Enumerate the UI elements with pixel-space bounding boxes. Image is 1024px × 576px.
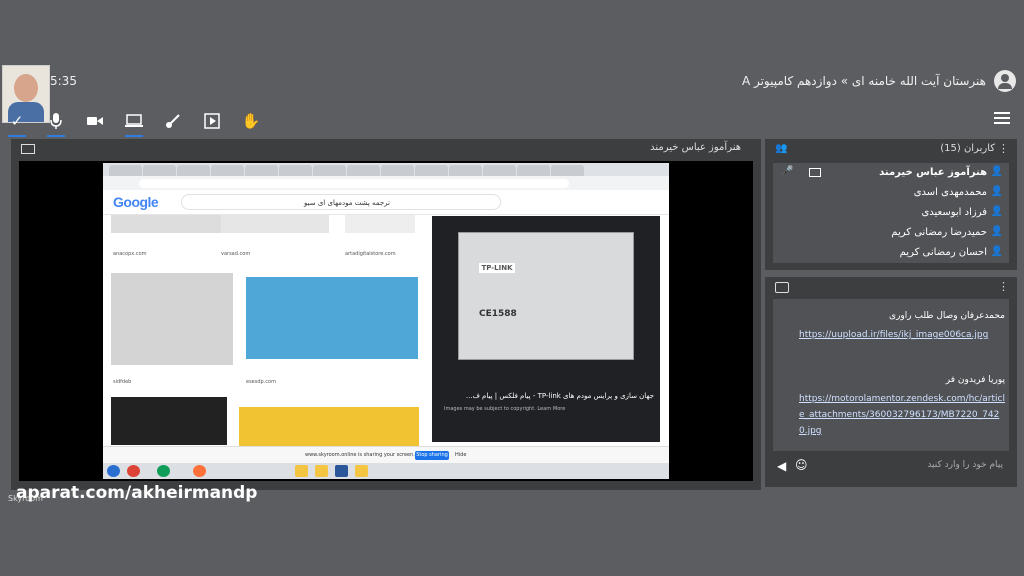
result-caption: anacopx.com — [113, 251, 147, 257]
message-link[interactable]: https://motorolamentor.zendesk.com/hc/ar… — [799, 391, 1005, 439]
skyroom-logo: Skyroom — [8, 494, 43, 503]
mic-icon[interactable] — [45, 110, 67, 137]
image-results: anacopx.com varsad.com artadigitalstore.… — [103, 215, 428, 451]
users-panel: 👥 کاربران (15) ⋮ 👤 هنرآموز عباس خیرمند 🎤… — [765, 139, 1017, 270]
google-logo: Google — [113, 194, 159, 210]
folder-icon — [295, 465, 308, 477]
image-preview-panel: TP-LINK CE1588 جهان سازی و پرایس مودم ها… — [432, 216, 660, 442]
message-sender: محمدعرفان وصال طلب راوری — [889, 311, 1005, 321]
stop-sharing-button[interactable]: Stop sharing — [415, 451, 449, 460]
user-icon: 👤 — [990, 246, 1003, 257]
account-icon[interactable] — [994, 70, 1016, 92]
aparat-watermark: aparat.com/akheirmandp — [16, 483, 258, 503]
user-icon: 👤 — [990, 226, 1003, 237]
result-image — [111, 273, 233, 365]
camera-icon[interactable] — [84, 110, 106, 132]
result-caption: varsad.com — [221, 251, 251, 257]
tp-link-label: TP-LINK — [479, 263, 515, 273]
user-name: احسان رمضانی کریم — [899, 247, 987, 258]
screen-share-icon[interactable] — [123, 110, 145, 137]
chat-input[interactable]: پیام خود را وارد کنید — [927, 460, 1003, 470]
firefox-icon — [193, 465, 206, 477]
user-icon: 👤 — [990, 186, 1003, 197]
mic-on-icon: 🎤 — [781, 166, 794, 177]
preview-title: جهان سازی و پرایس مودم های TP-link - پیا… — [465, 392, 654, 400]
chat-messages: محمدعرفان وصال طلب راوری https://uupload… — [773, 299, 1009, 451]
hide-button[interactable]: Hide — [455, 452, 466, 458]
address-bar — [103, 176, 669, 190]
user-icon: 👤 — [990, 206, 1003, 217]
user-row[interactable]: 👤 احسان رمضانی کریم — [773, 243, 1009, 263]
folder-icon — [355, 465, 368, 477]
chrome-icon — [127, 465, 140, 477]
chrome-icon — [157, 465, 170, 477]
session-timer: 5:35 — [50, 74, 77, 88]
google-header: Google ترجمه پشت مودمهای ای سیو — [103, 190, 669, 215]
preview-image: TP-LINK CE1588 — [458, 232, 634, 360]
message-link[interactable]: https://uupload.ir/files/ikj_image006ca.… — [799, 327, 1005, 343]
screen-icon — [21, 144, 35, 154]
result-image — [246, 277, 418, 359]
folder-icon — [315, 465, 328, 477]
emoji-icon[interactable]: ☺ — [795, 458, 808, 472]
chat-icon — [775, 282, 789, 293]
hamburger-menu-icon[interactable] — [994, 112, 1010, 126]
result-image — [111, 397, 227, 445]
user-name: محمدمهدی اسدی — [913, 187, 987, 198]
presenter-name: هنرآموز عباس خیرمند — [650, 142, 741, 153]
check-icon[interactable]: ✓ — [6, 110, 28, 137]
top-bar: 5:35 هنرستان آیت الله خامنه ای » دوازدهم… — [0, 0, 1024, 140]
chat-panel: ⋮ محمدعرفان وصال طلب راوری https://uuplo… — [765, 277, 1017, 487]
user-name: حمیدرضا رمضانی کریم — [891, 227, 987, 238]
share-notice-text: www.skyroom.online is sharing your scree… — [305, 452, 415, 458]
chat-message: پوریا فریدون فر https://motorolamentor.z… — [799, 375, 1005, 439]
result-caption: artadigitalstore.com — [345, 251, 396, 257]
users-more-icon[interactable]: ⋮ — [998, 142, 1009, 155]
shared-screen-video: Google ترجمه پشت مودمهای ای سیو anacopx.… — [19, 161, 753, 481]
room-title: هنرستان آیت الله خامنه ای » دوازدهم کامپ… — [741, 74, 986, 88]
user-row[interactable]: 👤 حمیدرضا رمضانی کریم — [773, 223, 1009, 243]
users-group-icon: 👥 — [775, 143, 788, 154]
user-row[interactable]: 👤 هنرآموز عباس خیرمند 🎤 — [773, 163, 1009, 183]
windows-taskbar — [103, 463, 669, 479]
screen-share-notice: www.skyroom.online is sharing your scree… — [103, 446, 669, 464]
result-image — [221, 215, 329, 233]
screen-share-stage: هنرآموز عباس خیرمند Google ترجمه پشت مود… — [11, 139, 761, 490]
screen-icon — [809, 168, 821, 177]
shared-browser: Google ترجمه پشت مودمهای ای سیو anacopx.… — [103, 163, 669, 479]
start-icon — [107, 465, 120, 477]
user-name: فرزاد ابوسعیدی — [921, 207, 987, 218]
send-icon[interactable]: ◀ — [777, 459, 786, 473]
user-list: 👤 هنرآموز عباس خیرمند 🎤 👤 محمدمهدی اسدی … — [773, 163, 1009, 263]
toolbar: ✓ ✋ — [6, 110, 262, 137]
user-row[interactable]: 👤 فرزاد ابوسعیدی — [773, 203, 1009, 223]
browser-tabs — [103, 163, 669, 176]
result-image — [345, 215, 415, 233]
chat-more-icon[interactable]: ⋮ — [998, 280, 1009, 293]
chat-message: محمدعرفان وصال طلب راوری https://uupload… — [799, 311, 1005, 343]
message-sender: پوریا فریدون فر — [945, 375, 1005, 385]
user-row[interactable]: 👤 محمدمهدی اسدی — [773, 183, 1009, 203]
play-icon[interactable] — [201, 110, 223, 132]
google-search-box: ترجمه پشت مودمهای ای سیو — [181, 194, 501, 210]
result-image — [239, 407, 419, 447]
brush-icon[interactable] — [162, 110, 184, 132]
users-title: کاربران (15) — [940, 143, 995, 154]
result-caption: sidfdeb — [113, 379, 132, 385]
preview-note: Images may be subject to copyright. Lear… — [444, 406, 566, 412]
word-icon — [335, 465, 348, 477]
ce-label: CE1588 — [479, 309, 517, 319]
result-image — [111, 215, 233, 233]
result-caption: esesdp.com — [246, 379, 276, 385]
hand-icon[interactable]: ✋ — [240, 110, 262, 132]
user-icon: 👤 — [990, 166, 1003, 177]
chat-input-row: ◀ ☺ پیام خود را وارد کنید — [773, 454, 1009, 478]
user-name: هنرآموز عباس خیرمند — [879, 167, 987, 178]
